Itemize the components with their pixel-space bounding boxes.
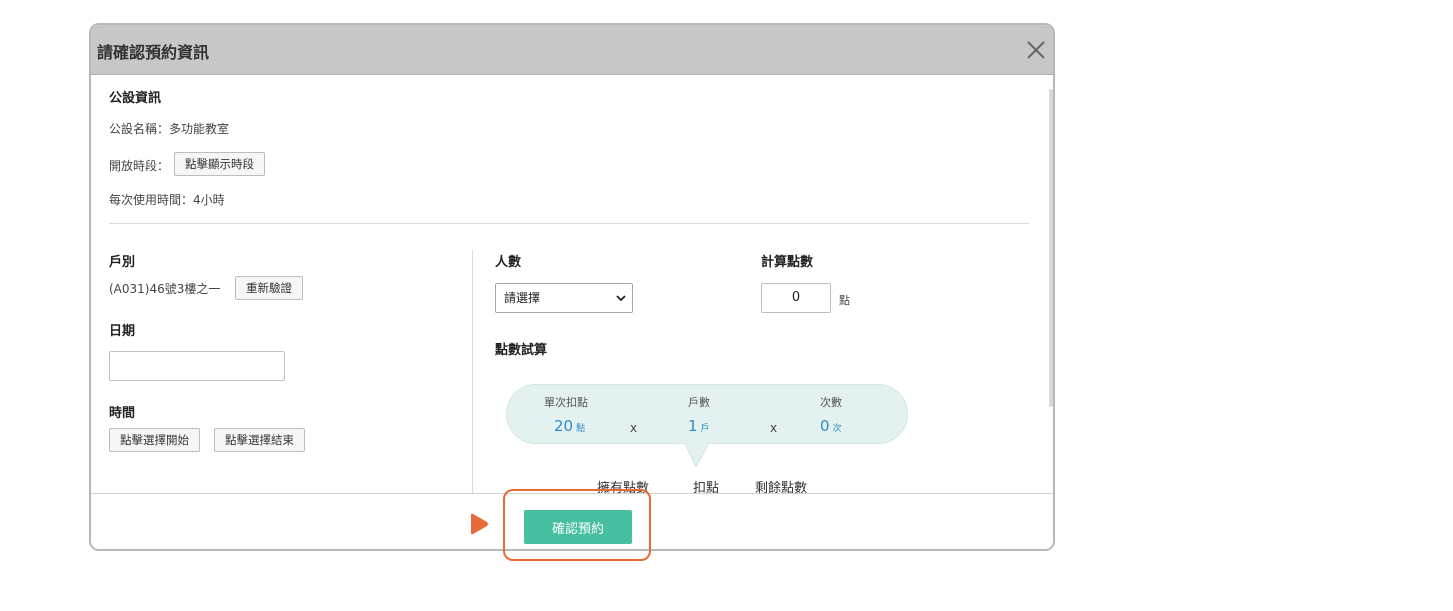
deduct-points-label: 扣點 <box>693 481 720 493</box>
points-calc-bubble <box>506 384 908 444</box>
open-hours-label: 開放時段： <box>109 159 170 173</box>
chevron-down-icon <box>616 295 626 302</box>
column-divider <box>472 250 473 493</box>
reverify-button[interactable]: 重新驗證 <box>235 276 303 300</box>
modal-header: 請確認預約資訊 <box>91 25 1053 75</box>
per-use-number: 20 <box>554 417 574 435</box>
facility-name: 公設名稱：多功能教室 <box>109 122 230 136</box>
points-unit: 點 <box>839 294 850 307</box>
households-unit: 戶 <box>700 424 710 434</box>
people-label: 人數 <box>495 255 522 270</box>
households-value: 1戶 <box>688 417 710 435</box>
modal-title: 請確認預約資訊 <box>97 43 210 62</box>
household-value: (A031)46號3樓之一 <box>109 282 221 296</box>
show-hours-button[interactable]: 點擊顯示時段 <box>174 152 265 176</box>
date-label: 日期 <box>109 324 136 339</box>
date-input[interactable] <box>109 351 285 381</box>
times-number: 0 <box>820 417 830 435</box>
modal-body: 公設資訊 公設名稱：多功能教室 開放時段： 點擊顯示時段 每次使用時間：4小時 … <box>91 75 1053 493</box>
times-value: 0次 <box>820 417 842 435</box>
facility-section-title: 公設資訊 <box>109 91 162 106</box>
scrollbar[interactable] <box>1049 89 1053 407</box>
points-calc-label: 計算點數 <box>761 255 814 270</box>
per-use-unit: 點 <box>576 424 586 434</box>
per-use-label: 單次扣點 <box>544 396 588 409</box>
remaining-points-label: 剩餘點數 <box>755 481 808 493</box>
times-label: 次數 <box>820 396 842 409</box>
multiply-sign: x <box>770 421 778 435</box>
points-calc-field[interactable]: 0 <box>761 283 831 313</box>
booking-confirm-modal: 請確認預約資訊 公設資訊 公設名稱：多功能教室 開放時段： 點擊顯示時段 每次使… <box>89 23 1055 551</box>
confirm-highlight-frame <box>503 489 651 561</box>
section-divider <box>109 223 1029 224</box>
per-use-value: 20 點 <box>554 417 585 435</box>
time-label: 時間 <box>109 406 136 421</box>
households-number: 1 <box>688 417 698 435</box>
close-icon[interactable] <box>1023 37 1049 63</box>
time-start-button[interactable]: 點擊選擇開始 <box>109 428 200 452</box>
household-label: 戶別 <box>109 255 136 270</box>
pointer-arrow-icon <box>471 513 488 535</box>
bubble-tail <box>684 441 714 467</box>
times-unit: 次 <box>832 424 842 434</box>
people-select-value: 請選擇 <box>504 291 541 305</box>
time-end-button[interactable]: 點擊選擇結束 <box>214 428 305 452</box>
trial-section-title: 點數試算 <box>495 343 548 358</box>
households-label: 戶數 <box>688 396 710 409</box>
duration-text: 每次使用時間：4小時 <box>109 193 225 207</box>
people-select[interactable]: 請選擇 <box>495 283 633 313</box>
multiply-sign: x <box>630 421 638 435</box>
